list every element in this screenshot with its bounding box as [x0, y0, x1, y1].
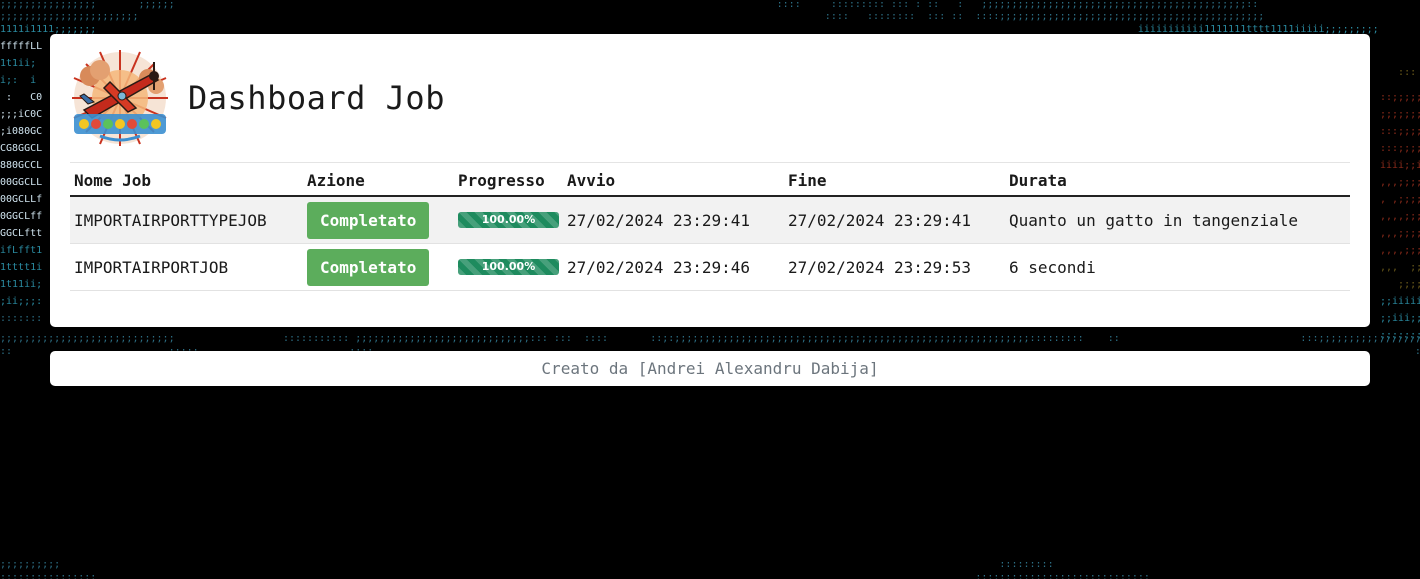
footer-credits: Creato da [Andrei Alexandru Dabija]: [50, 351, 1370, 386]
column-header-start: Avvio: [563, 163, 784, 197]
job-duration: Quanto un gatto in tangenziale: [1005, 196, 1350, 244]
table-header-row: Nome Job Azione Progresso Avvio Fine Dur…: [70, 163, 1350, 197]
job-progress: 100.00%: [458, 212, 559, 228]
job-progress: 100.00%: [458, 259, 559, 275]
job-dashboard-card: Dashboard Job Nome Job Azione Progresso …: [50, 34, 1370, 327]
job-end-time: 27/02/2024 23:29:53: [784, 243, 1005, 291]
job-start-time: 27/02/2024 23:29:41: [563, 196, 784, 244]
job-progress-bar: 100.00%: [458, 259, 559, 275]
job-status-button[interactable]: Completato: [307, 248, 430, 286]
job-name: IMPORTAIRPORTJOB: [70, 243, 303, 291]
job-progress-bar: 100.00%: [458, 212, 559, 228]
column-header-name: Nome Job: [70, 163, 303, 197]
job-name: IMPORTAIRPORTTYPEJOB: [70, 196, 303, 244]
column-header-action: Azione: [303, 163, 454, 197]
job-start-time: 27/02/2024 23:29:46: [563, 243, 784, 291]
job-end-time: 27/02/2024 23:29:41: [784, 196, 1005, 244]
column-header-progress: Progresso: [454, 163, 563, 197]
column-header-duration: Durata: [1005, 163, 1350, 197]
table-row: IMPORTAIRPORTTYPEJOB Completato 100.00% …: [70, 196, 1350, 244]
job-status-button[interactable]: Completato: [307, 201, 430, 239]
column-header-end: Fine: [784, 163, 1005, 197]
table-row: IMPORTAIRPORTJOB Completato 100.00% 27/0…: [70, 243, 1350, 291]
dashboard-header: Dashboard Job: [70, 34, 1350, 163]
jobs-table: Nome Job Azione Progresso Avvio Fine Dur…: [70, 163, 1350, 291]
airplane-logo-icon: [70, 48, 170, 148]
job-duration: 6 secondi: [1005, 243, 1350, 291]
page-title: Dashboard Job: [188, 79, 445, 117]
